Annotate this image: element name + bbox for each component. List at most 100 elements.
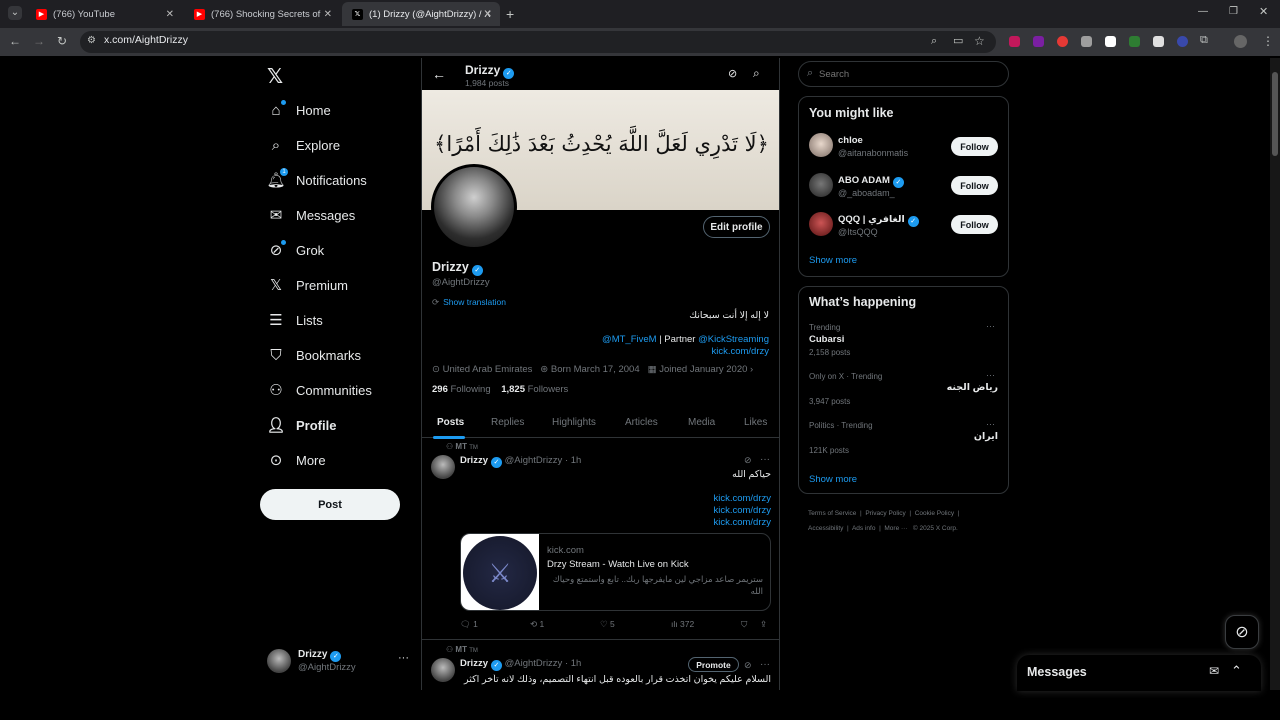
search-input[interactable] [819,67,999,81]
footer-cookie[interactable]: Cookie Policy [915,510,954,517]
footer-accessibility[interactable]: Accessibility [808,525,843,532]
grok-float-button[interactable]: ⊘ [1225,615,1259,649]
nav-home[interactable]: ⌂ Home [268,96,331,124]
post-more-icon[interactable]: ··· [760,454,770,465]
extension-icon[interactable] [1177,36,1188,47]
promote-button[interactable]: Promote [688,657,739,672]
close-tab-icon[interactable]: ✕ [166,9,174,20]
trend-item[interactable]: Politics · Trending ··· ايران 121K posts [808,418,1004,460]
tab-search-icon[interactable]: ⌄ [8,6,22,20]
bookmark-star-icon[interactable]: ☆ [974,34,985,48]
scrollbar-thumb[interactable] [1272,72,1278,156]
edit-profile-button[interactable]: Edit profile [703,216,770,238]
post-avatar[interactable] [431,658,455,682]
footer-terms[interactable]: Terms of Service [808,510,856,517]
back-arrow-icon[interactable]: ← [432,66,446,82]
bio-link[interactable]: kick.com/drzy [711,346,769,357]
new-message-icon[interactable]: ✉ [1209,664,1219,678]
nav-explore[interactable]: ⌕ Explore [268,131,340,159]
nav-grok[interactable]: ⊘ Grok [268,236,324,264]
grok-icon[interactable]: ⊘ [744,660,752,671]
messages-dock[interactable]: Messages ✉ ⌃ [1017,655,1261,691]
nav-bookmarks[interactable]: ⛉ Bookmarks [268,341,361,369]
link-card[interactable]: ⚔ kick.com Drzy Stream - Watch Live on K… [460,533,771,611]
reload-icon[interactable]: ↻ [57,34,67,48]
grok-analyze-icon[interactable]: ⊘ [728,67,737,80]
trend-item[interactable]: Trending ··· Cubarsi 2,158 posts [808,320,1004,362]
nav-communities[interactable]: ⚇ Communities [268,376,372,404]
post-link[interactable]: kick.com/drzy [713,505,771,516]
site-info-icon[interactable]: ⚙ [87,35,96,46]
tab-replies[interactable]: Replies [491,417,524,428]
reply-button[interactable]: 🗨︎ 1 [460,619,478,630]
minimize-icon[interactable]: — [1198,6,1208,17]
post-author[interactable]: Drizzy ✓ @AightDrizzy · 1h [460,455,581,468]
post-button[interactable]: Post [260,489,400,520]
post-link[interactable]: kick.com/drzy [713,493,771,504]
extension-icon[interactable] [1057,36,1068,47]
followers-link[interactable]: 1,825 Followers [501,384,568,395]
close-tab-icon[interactable]: ✕ [324,9,332,20]
follow-button[interactable]: Follow [951,176,998,195]
zoom-icon[interactable]: ⌕ [931,35,937,48]
x-logo-icon[interactable]: 𝕏 [267,64,283,89]
account-more-icon[interactable]: ··· [398,652,409,664]
browser-tab-x[interactable]: 𝕏 (1) Drizzy (@AightDrizzy) / X ✕ [342,2,500,26]
bio-kick-link[interactable]: @KickStreaming [698,334,769,345]
post-link[interactable]: kick.com/drzy [713,517,771,528]
tab-articles[interactable]: Articles [625,417,658,428]
following-link[interactable]: 296 Following [432,384,491,395]
extension-icon[interactable] [1129,36,1140,47]
views-button[interactable]: ılı 372 [671,619,694,629]
nav-more[interactable]: ⊙ More [268,446,326,474]
url-text[interactable]: x.com/AightDrizzy [104,34,188,46]
nav-premium[interactable]: 𝕏 Premium [268,271,348,299]
new-tab-icon[interactable]: + [506,6,514,22]
post[interactable]: ⚇ MT TM Drizzy ✓ @AightDrizzy · 1h ⊘ ··· … [422,438,779,640]
extension-icon[interactable] [1153,36,1164,47]
browser-tab-youtube-video[interactable]: ▶ (766) Shocking Secrets of Shipp ✕ [184,2,340,26]
tab-media[interactable]: Media [688,417,715,428]
tab-highlights[interactable]: Highlights [552,417,596,428]
extensions-puzzle-icon[interactable]: ⧉ [1200,34,1208,47]
extension-icon[interactable] [1105,36,1116,47]
search-icon[interactable]: ⌕ [753,66,760,81]
post[interactable]: ⚇ MT TM Drizzy ✓ @AightDrizzy · 1h Promot… [422,641,779,690]
trend-more-icon[interactable]: ··· [986,419,995,429]
show-more-link[interactable]: Show more [809,474,857,485]
show-translation-link[interactable]: ⟳ Show translation [432,297,506,308]
post-avatar[interactable] [431,455,455,479]
follow-button[interactable]: Follow [951,215,998,234]
extension-icon[interactable] [1033,36,1044,47]
browser-profile-avatar[interactable] [1234,35,1247,48]
grok-icon[interactable]: ⊘ [744,455,752,466]
restore-icon[interactable]: ❐ [1229,6,1238,17]
follow-button[interactable]: Follow [951,137,998,156]
footer-more[interactable]: More ··· [884,525,907,532]
bookmark-icon[interactable]: ⛉ [741,619,747,630]
tab-likes[interactable]: Likes [744,417,767,428]
address-bar[interactable] [80,31,996,53]
share-icon[interactable]: ⇪ [760,619,767,630]
browser-tab-youtube[interactable]: ▶ (766) YouTube ✕ [26,2,182,26]
nav-profile[interactable]: 👤︎ Profile [266,411,336,439]
footer-ads-info[interactable]: Ads info [852,525,876,532]
show-more-link[interactable]: Show more [809,255,857,266]
profile-avatar[interactable] [431,164,517,250]
like-button[interactable]: ♡ 5 [600,619,615,630]
trend-more-icon[interactable]: ··· [986,321,995,331]
trend-item[interactable]: Only on X · Trending ··· رياض الجنه 3,94… [808,369,1004,411]
nav-lists[interactable]: ☰ Lists [268,306,322,334]
back-icon[interactable]: ← [9,34,21,48]
repost-button[interactable]: ⟲ 1 [530,619,544,630]
extension-icon[interactable] [1009,36,1020,47]
trend-more-icon[interactable]: ··· [986,370,995,380]
tab-posts[interactable]: Posts [437,417,464,428]
close-window-icon[interactable]: ✕ [1259,5,1268,18]
expand-icon[interactable]: ⌃ [1231,663,1242,679]
browser-menu-icon[interactable]: ⋮ [1262,34,1274,48]
cast-icon[interactable]: ▭ [953,34,963,47]
account-switcher[interactable]: Drizzy ✓ @AightDrizzy ··· [264,645,412,679]
post-author[interactable]: Drizzy ✓ @AightDrizzy · 1h [460,658,581,671]
nav-notifications[interactable]: 🔔︎ 1 Notifications [266,166,367,194]
